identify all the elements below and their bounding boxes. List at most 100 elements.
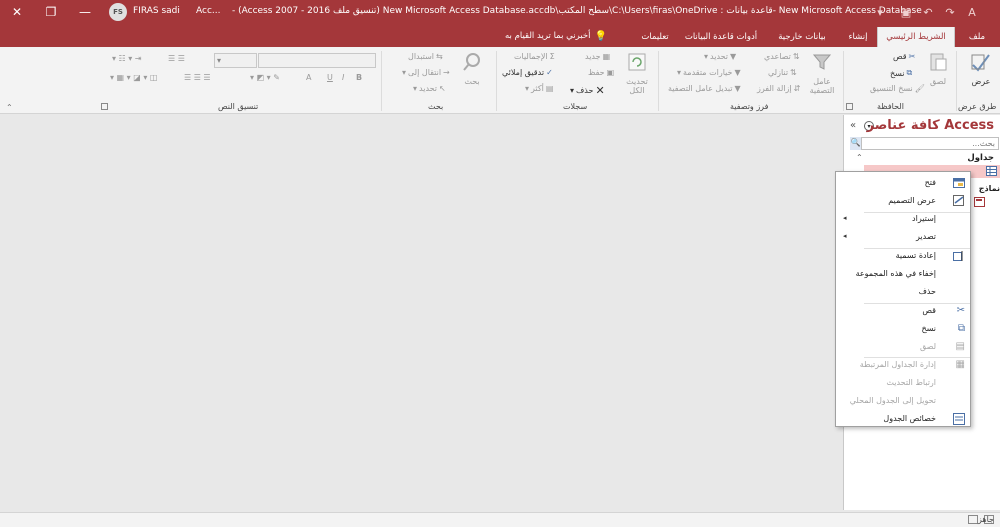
collapse-ribbon-button[interactable]: ⌃: [6, 103, 13, 112]
qat-redo-icon[interactable]: ↷: [942, 4, 958, 20]
goto-button[interactable]: ▾ انتقال إلى →: [402, 68, 450, 77]
status-bar: جاهز: [0, 512, 1000, 527]
remove-sort-button[interactable]: إزالة الفرز ⇵: [757, 84, 800, 93]
menu-item-open[interactable]: فتح: [837, 174, 970, 192]
advanced-filter-button[interactable]: ▾ خيارات متقدمة ▼: [677, 68, 741, 77]
sort-ascending-button[interactable]: تصاعدي ⇅: [764, 52, 800, 61]
menu-item-refresh-link[interactable]: ارتباط التحديث: [837, 374, 970, 392]
linked-tables-icon: ▦: [955, 359, 965, 370]
text-format-launcher-icon[interactable]: [101, 103, 108, 110]
bold-button[interactable]: B: [356, 73, 362, 82]
tab-help[interactable]: تعليمات: [632, 27, 678, 47]
toggle-filter-label: تبديل عامل التصفية: [668, 84, 733, 93]
font-size-combo[interactable]: ▾: [214, 53, 257, 68]
datasheet-view-icon[interactable]: [968, 515, 978, 524]
spelling-label: تدقيق إملائي: [502, 68, 545, 77]
clipboard-launcher-icon[interactable]: [846, 103, 853, 110]
qat-customize-icon[interactable]: ▾: [872, 4, 888, 20]
paste-icon: [930, 53, 947, 71]
highlight-button[interactable]: ▾ ◩ ▾ ✎: [250, 73, 280, 82]
sort-descending-button[interactable]: تنازلي ⇅: [768, 68, 797, 77]
paste-button[interactable]: لصق: [924, 51, 952, 86]
replace-button[interactable]: استبدال ⇆: [408, 52, 443, 61]
minimize-button[interactable]: —: [68, 0, 102, 24]
numbering-button[interactable]: ☰ ☰: [168, 54, 185, 63]
view-button[interactable]: عرض: [966, 51, 996, 86]
menu-item-label: تحويل إلى الجدول المحلي: [849, 396, 936, 405]
filter-button[interactable]: عامل التصفية: [806, 51, 838, 95]
bold-icon: B: [356, 73, 363, 82]
nav-pane-title[interactable]: كافة عناصر Access: [867, 118, 994, 133]
format-painter-button[interactable]: نسخ التنسيق 🖌: [870, 84, 925, 93]
tell-me-box[interactable]: أخبرني بما تريد القيام به 💡: [505, 27, 629, 45]
fill-buttons[interactable]: ▾ ▦ ▾ ◪ ▾ ◫: [110, 73, 157, 82]
minimize-icon: —: [79, 5, 91, 19]
menu-item-paste[interactable]: ▤ لصق: [837, 338, 970, 356]
tab-database-tools[interactable]: أدوات قاعدة البيانات: [681, 27, 761, 47]
menu-item-label: إعادة تسمية: [895, 251, 936, 260]
group-separator: [496, 51, 497, 111]
select-button[interactable]: ▾ تحديد ↖: [413, 84, 446, 93]
menu-item-label: حذف: [918, 287, 936, 296]
underline-icon: U: [327, 73, 333, 82]
new-record-button[interactable]: جديد ▦: [585, 52, 610, 61]
menu-item-rename[interactable]: إعادة تسمية: [837, 247, 970, 265]
goto-icon: →: [443, 68, 450, 77]
collapse-pane-icon[interactable]: «: [850, 120, 856, 131]
qat-undo-icon[interactable]: ↶: [920, 4, 936, 20]
menu-item-label: قص: [922, 306, 936, 315]
qat-save-icon[interactable]: ▣: [898, 4, 914, 20]
group-separator: [381, 51, 382, 111]
tab-create[interactable]: إنشاء: [842, 27, 874, 47]
nav-section-tables[interactable]: جداول: [967, 153, 994, 163]
more-button[interactable]: ▾ أكثر ▤: [525, 84, 553, 93]
spelling-button[interactable]: تدقيق إملائي ✓: [502, 68, 553, 77]
refresh-all-button[interactable]: تحديث الكل: [620, 51, 654, 95]
delete-record-button[interactable]: ▾ حذف ✕: [570, 84, 605, 97]
menu-item-import[interactable]: إستيراد ◂: [837, 210, 970, 228]
chevron-up-icon[interactable]: ⌃: [856, 153, 863, 162]
view-icon: [971, 54, 990, 72]
table-properties-icon: [953, 413, 965, 425]
menu-item-label: إخفاء في هذه المجموعة: [855, 269, 936, 278]
save-record-button[interactable]: حفظ ▣: [588, 68, 614, 77]
underline-button[interactable]: U: [327, 73, 333, 82]
selection-filter-button[interactable]: ▾ تحديد ▼: [704, 52, 736, 61]
close-button[interactable]: ✕: [0, 0, 34, 24]
toggle-filter-button[interactable]: تبديل عامل التصفية ▼: [668, 84, 741, 93]
nav-search-input[interactable]: بحث...: [850, 137, 999, 150]
menu-item-label: إدارة الجداول المرتبطة: [859, 360, 936, 369]
app-short-name: Acc...: [196, 6, 221, 16]
menu-item-delete[interactable]: حذف: [837, 283, 970, 301]
restore-button[interactable]: ❐: [34, 0, 68, 24]
menu-item-cut[interactable]: ✂ قص: [837, 302, 970, 320]
italic-icon: I: [342, 73, 345, 82]
goto-label: انتقال إلى: [408, 68, 442, 77]
menu-item-table-properties[interactable]: خصائص الجدول: [837, 410, 970, 428]
menu-item-export[interactable]: تصدير ◂: [837, 228, 970, 246]
menu-item-convert-to-local[interactable]: تحويل إلى الجدول المحلي: [837, 392, 970, 410]
indent-button[interactable]: ▾ ☷ ▾ ⇥: [112, 54, 142, 63]
align-buttons[interactable]: ☰ ☰ ☰: [184, 73, 211, 82]
menu-item-copy[interactable]: ⧉ نسخ: [837, 320, 970, 338]
cut-button[interactable]: قص ✂: [893, 52, 915, 61]
form-icon[interactable]: [974, 197, 985, 207]
find-button[interactable]: بحث: [457, 51, 487, 86]
totals-button[interactable]: الإجماليات Σ: [514, 52, 555, 61]
menu-item-hide-in-group[interactable]: إخفاء في هذه المجموعة: [837, 265, 970, 283]
menu-item-linked-table-manager[interactable]: ▦ إدارة الجداول المرتبطة: [837, 356, 970, 374]
user-name[interactable]: FIRAS sadi: [133, 6, 180, 16]
font-name-combo[interactable]: [258, 53, 376, 68]
font-color-button[interactable]: A: [306, 73, 311, 82]
nav-section-forms[interactable]: نماذج: [979, 184, 1000, 193]
group-separator: [843, 51, 844, 111]
search-icon[interactable]: 🔍: [850, 137, 862, 150]
tab-external-data[interactable]: بيانات خارجية: [764, 27, 840, 47]
user-avatar[interactable]: FS: [109, 3, 127, 21]
tab-file[interactable]: ملف: [957, 27, 997, 47]
toggle-filter-icon: ▼: [734, 84, 741, 93]
italic-button[interactable]: I: [342, 73, 344, 82]
copy-button[interactable]: نسخ ⧉: [890, 68, 912, 78]
tab-home[interactable]: الشريط الرئيسي: [877, 27, 955, 47]
menu-item-design-view[interactable]: عرض التصميم: [837, 192, 970, 210]
